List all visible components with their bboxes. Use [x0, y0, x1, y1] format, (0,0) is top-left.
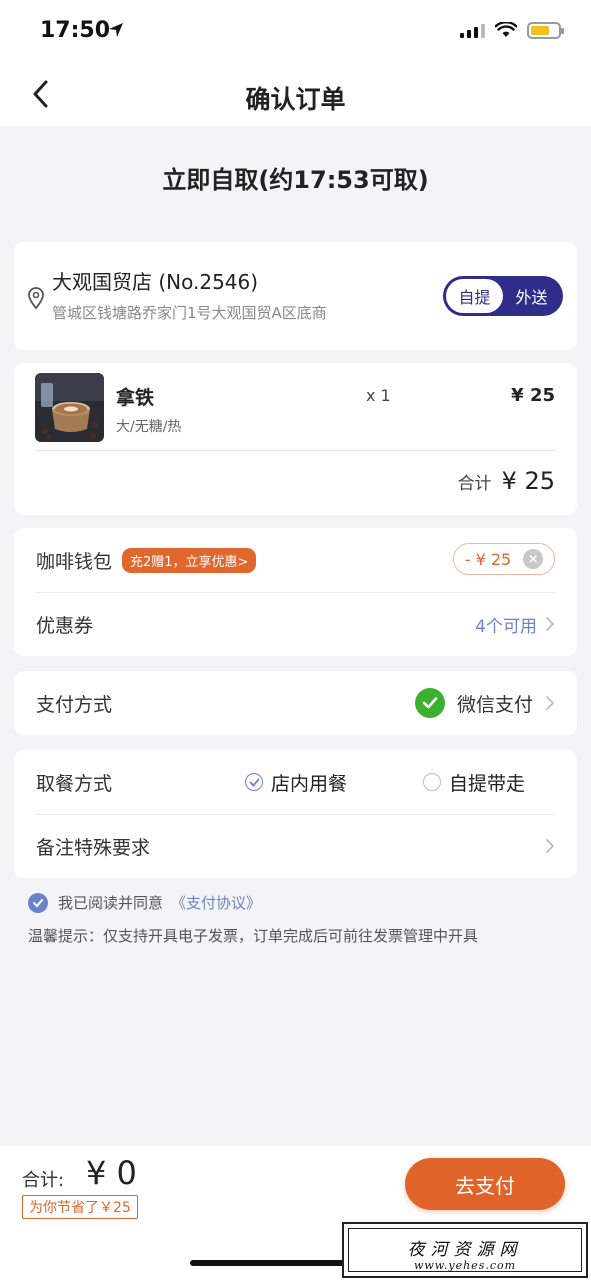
coupon-row[interactable]: 优惠券 4个可用 — [36, 592, 555, 656]
clear-icon[interactable]: × — [523, 549, 544, 569]
coupon-count: 4个可用 — [475, 616, 537, 637]
subtotal-row: 合计 ¥ 25 — [458, 467, 555, 495]
wechat-pay-icon — [414, 688, 445, 718]
status-time: 17:50 — [40, 18, 111, 43]
takeaway-option[interactable]: 自提带走 — [423, 769, 525, 796]
watermark: 夜河资源网 www.yehes.com — [342, 1222, 588, 1278]
product-quantity: x 1 — [366, 386, 391, 405]
invoice-tip: 温馨提示：仅支持开具电子发票，订单完成后可前往发票管理中开具 — [28, 927, 479, 945]
takeaway-label: 自提带走 — [449, 772, 526, 795]
coupon-availability: 4个可用 — [475, 612, 555, 637]
payment-method-label: 支付方式 — [36, 693, 113, 716]
remark-label: 备注特殊要求 — [36, 836, 151, 859]
watermark-url: www.yehes.com — [413, 1259, 517, 1272]
payment-card: 支付方式 微信支付 — [14, 671, 577, 735]
mode-delivery-option[interactable]: 外送 — [503, 279, 560, 313]
radio-unchecked-icon — [423, 773, 441, 791]
dine-option-card: 取餐方式 店内用餐 自提带走 备注特殊要求 — [14, 750, 577, 878]
battery-icon — [527, 21, 564, 39]
agreement-row: 我已阅读并同意 《支付协议》 — [28, 892, 261, 913]
wifi-icon — [495, 22, 517, 37]
product-name: 拿铁 — [116, 387, 155, 409]
page-title: 确认订单 — [245, 85, 346, 114]
coffee-wallet-label: 咖啡钱包 — [36, 550, 113, 573]
dine-in-label: 店内用餐 — [271, 772, 348, 795]
delivery-mode-toggle[interactable]: 自提 外送 — [443, 276, 563, 316]
chevron-right-icon — [546, 617, 555, 631]
watermark-title: 夜河资源网 — [407, 1240, 523, 1260]
dine-option-row: 取餐方式 店内用餐 自提带走 — [36, 750, 555, 814]
coffee-wallet-row[interactable]: 咖啡钱包 充2赠1，立享优惠> - ¥ 25 × — [36, 528, 555, 592]
wallet-discount-pill[interactable]: - ¥ 25 × — [453, 543, 555, 575]
checkout-total-label: 合计: — [22, 1170, 65, 1191]
wallet-promo-badge[interactable]: 充2赠1，立享优惠> — [122, 547, 257, 573]
remark-row[interactable]: 备注特殊要求 — [36, 814, 555, 878]
payment-agreement-link[interactable]: 《支付协议》 — [171, 894, 261, 912]
product-price: ¥ 25 — [511, 385, 555, 406]
store-card: 大观国贸店 (No.2546) 管城区钱塘路乔家门1号大观国贸A区底商 自提 外… — [14, 242, 577, 350]
order-items-card: 拿铁 大/无糖/热 x 1 ¥ 25 合计 ¥ 25 — [14, 363, 577, 515]
pickup-time-title: 立即自取(约17:53可取) — [162, 166, 429, 194]
chevron-right-icon — [546, 696, 555, 710]
mode-pickup-option[interactable]: 自提 — [446, 279, 503, 313]
coupon-label: 优惠券 — [36, 614, 94, 637]
subtotal-value: ¥ 25 — [501, 467, 555, 495]
savings-badge: 为你节省了￥25 — [22, 1195, 138, 1219]
agreement-checkbox[interactable] — [28, 892, 48, 913]
wallet-discount-amount: - ¥ 25 — [464, 549, 512, 569]
product-image — [35, 373, 104, 442]
radio-checked-icon — [245, 773, 263, 791]
location-pin-icon — [28, 287, 44, 310]
payment-method-name: 微信支付 — [456, 693, 533, 716]
subtotal-label: 合计 — [457, 474, 492, 494]
checkout-total-value: ¥ 0 — [86, 1154, 137, 1192]
payment-method-row[interactable]: 支付方式 微信支付 — [36, 671, 555, 735]
agreement-text: 我已阅读并同意 — [58, 894, 164, 912]
dine-in-option[interactable]: 店内用餐 — [245, 769, 347, 796]
pay-button[interactable]: 去支付 — [405, 1158, 565, 1210]
signal-icon — [460, 22, 485, 38]
product-spec: 大/无糖/热 — [116, 419, 182, 435]
payment-method-value: 微信支付 — [414, 688, 555, 718]
store-name: 大观国贸店 (No.2546) — [52, 270, 259, 294]
dine-option-label: 取餐方式 — [36, 772, 113, 795]
chevron-right-icon — [546, 839, 555, 853]
store-address: 管城区钱塘路乔家门1号大观国贸A区底商 — [52, 304, 327, 322]
divider — [35, 450, 556, 451]
nav-bar: 确认订单 — [0, 62, 591, 126]
location-arrow-icon — [109, 23, 123, 37]
status-icons — [460, 20, 564, 40]
status-bar: 17:50 — [0, 0, 591, 62]
discount-card: 咖啡钱包 充2赠1，立享优惠> - ¥ 25 × 优惠券 4个可用 — [14, 528, 577, 656]
